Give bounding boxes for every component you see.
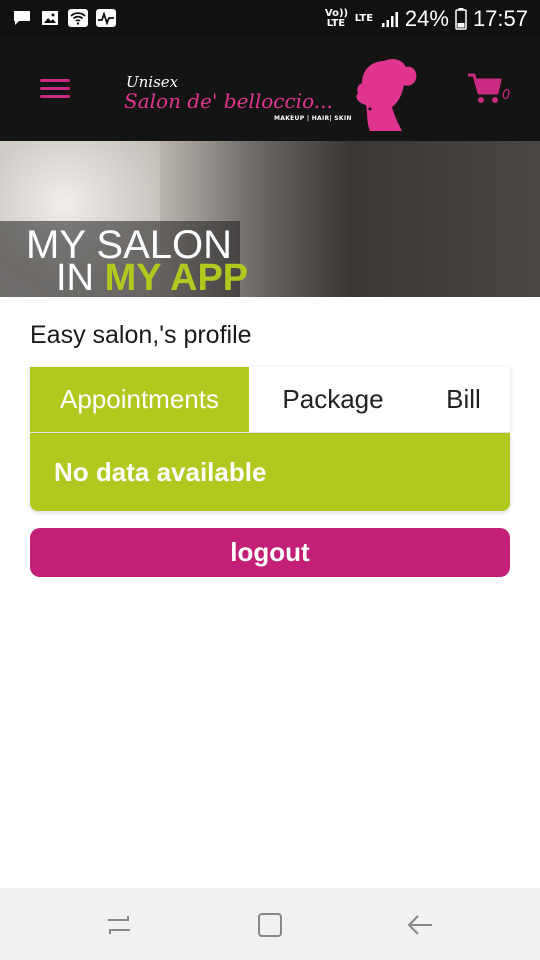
tab-package[interactable]: Package bbox=[249, 367, 417, 432]
notification-icons bbox=[12, 9, 116, 27]
cart-count: 0 bbox=[502, 88, 511, 103]
cart-button[interactable]: 0 bbox=[466, 72, 512, 108]
promo-banner: MY SALON IN MY APP bbox=[0, 141, 540, 297]
cart-icon bbox=[468, 73, 502, 103]
profile-tabs: Appointments Package Bill bbox=[30, 367, 510, 432]
hamburger-line bbox=[40, 87, 70, 90]
banner-subheadline: IN MY APP bbox=[56, 259, 248, 297]
hamburger-line bbox=[40, 95, 70, 98]
activity-icon bbox=[96, 9, 116, 27]
status-bar: Vo)) LTE LTE 24% 17:57 bbox=[0, 0, 540, 38]
clock: 17:57 bbox=[472, 6, 528, 31]
page-title: Easy salon,'s profile bbox=[30, 321, 252, 349]
logo-salon-name: Salon de' belloccio... bbox=[124, 89, 333, 113]
back-icon[interactable] bbox=[406, 910, 436, 940]
tab-bill[interactable]: Bill bbox=[417, 367, 510, 432]
logout-button[interactable]: logout bbox=[30, 528, 510, 577]
wifi-icon bbox=[68, 9, 88, 27]
woman-profile-icon bbox=[356, 59, 417, 131]
app-header: Unisex Salon de' belloccio... MAKEUP | H… bbox=[0, 38, 540, 141]
empty-state-message: No data available bbox=[54, 457, 267, 487]
battery-level: 24% bbox=[404, 6, 449, 31]
lte-label: LTE bbox=[354, 13, 374, 24]
banner-my-app-text: MY APP bbox=[104, 257, 249, 297]
volte-label: Vo)) LTE bbox=[324, 8, 349, 29]
banner-in-text: IN bbox=[56, 257, 94, 297]
salon-logo: Unisex Salon de' belloccio... MAKEUP | H… bbox=[122, 53, 422, 135]
home-icon[interactable] bbox=[255, 910, 285, 940]
image-icon bbox=[42, 11, 58, 25]
navigation-bar bbox=[0, 888, 540, 960]
tab-appointments[interactable]: Appointments bbox=[30, 367, 249, 432]
system-status: Vo)) LTE LTE 24% 17:57 bbox=[325, 6, 528, 32]
hamburger-line bbox=[40, 79, 70, 82]
chat-icon bbox=[14, 11, 30, 25]
signal-icon bbox=[381, 12, 398, 27]
battery-icon bbox=[455, 8, 467, 30]
menu-button[interactable] bbox=[40, 79, 70, 101]
tab-content-panel: No data available bbox=[30, 433, 510, 511]
recent-apps-icon[interactable] bbox=[104, 910, 134, 940]
